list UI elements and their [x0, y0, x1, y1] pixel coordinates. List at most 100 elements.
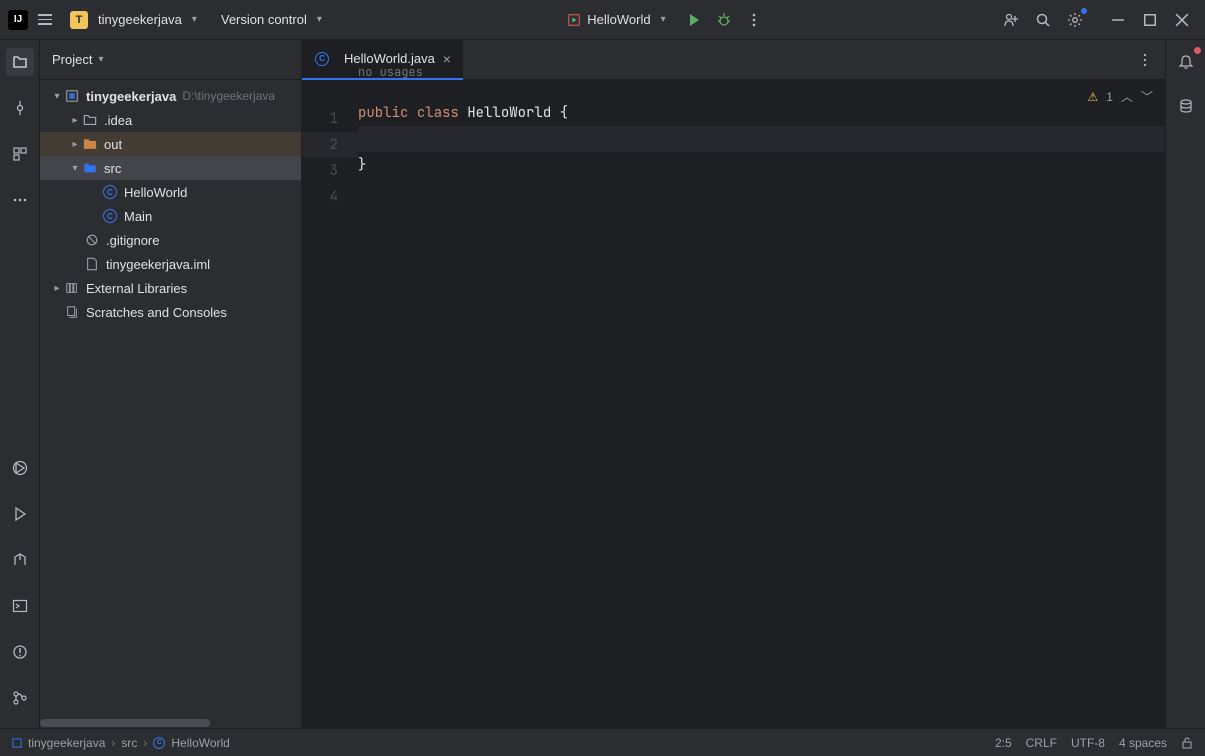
- structure-tool-button[interactable]: [6, 140, 34, 168]
- chevron-down-icon: ▾: [192, 14, 197, 25]
- line-number[interactable]: 1: [302, 106, 358, 132]
- expand-icon[interactable]: ▸: [68, 139, 82, 150]
- tree-file-main[interactable]: C Main: [40, 204, 301, 228]
- crumb[interactable]: tinygeekerjava: [28, 736, 105, 750]
- vcs-tool-button[interactable]: [6, 684, 34, 712]
- breadcrumbs[interactable]: tinygeekerjava › src › C HelloWorld: [12, 736, 230, 750]
- run-button[interactable]: [684, 10, 704, 30]
- chevron-right-icon: ›: [111, 736, 115, 750]
- tree-label: HelloWorld: [124, 185, 187, 200]
- settings-button[interactable]: [1065, 10, 1085, 30]
- services-tool-button[interactable]: [6, 454, 34, 482]
- tree-scratches[interactable]: Scratches and Consoles: [40, 300, 301, 324]
- update-badge-icon: [1081, 8, 1087, 14]
- search-everywhere-button[interactable]: [1033, 10, 1053, 30]
- tree-file-gitignore[interactable]: .gitignore: [40, 228, 301, 252]
- line-number[interactable]: 3: [302, 158, 358, 184]
- java-class-icon: C: [314, 51, 330, 67]
- java-class-icon: C: [102, 208, 118, 224]
- titlebar: IJ T tinygeekerjava ▾ Version control ▾ …: [0, 0, 1205, 40]
- line-number[interactable]: 4: [302, 184, 358, 210]
- maximize-button[interactable]: [1143, 13, 1157, 27]
- tree-folder-out[interactable]: ▸ out: [40, 132, 301, 156]
- expand-icon[interactable]: ▸: [68, 115, 82, 126]
- code-with-me-button[interactable]: [1001, 10, 1021, 30]
- build-tool-button[interactable]: [6, 546, 34, 574]
- debug-button[interactable]: [714, 10, 734, 30]
- project-panel-header[interactable]: Project ▾: [40, 40, 301, 80]
- expand-icon[interactable]: ▾: [50, 91, 64, 102]
- tree-file-helloworld[interactable]: C HelloWorld: [40, 180, 301, 204]
- notification-badge-icon: [1194, 47, 1201, 54]
- chevron-down-icon: ▾: [98, 54, 103, 65]
- code-lens-usages[interactable]: no usages: [358, 62, 423, 82]
- java-class-icon: C: [153, 737, 165, 749]
- folder-icon: [82, 136, 98, 152]
- tree-label: tinygeekerjava: [86, 89, 176, 104]
- module-icon: [64, 88, 80, 104]
- indent-setting[interactable]: 4 spaces: [1119, 736, 1167, 750]
- version-control-menu[interactable]: Version control: [221, 12, 307, 27]
- panel-title: Project: [52, 52, 92, 67]
- notifications-button[interactable]: [1172, 48, 1200, 76]
- java-class-icon: C: [102, 184, 118, 200]
- more-tools-button[interactable]: [6, 186, 34, 214]
- editor-gutter: 1 2 3 4: [302, 80, 358, 728]
- expand-icon[interactable]: ▸: [50, 283, 64, 294]
- tree-file-iml[interactable]: tinygeekerjava.iml: [40, 252, 301, 276]
- library-icon: [64, 280, 80, 296]
- close-tab-button[interactable]: ×: [443, 51, 451, 67]
- tree-label: out: [104, 137, 122, 152]
- horizontal-scrollbar[interactable]: [40, 718, 301, 728]
- line-separator[interactable]: CRLF: [1026, 736, 1057, 750]
- crumb[interactable]: HelloWorld: [171, 736, 229, 750]
- problems-tool-button[interactable]: [6, 638, 34, 666]
- expand-icon[interactable]: ▾: [68, 163, 82, 174]
- tree-label: .gitignore: [106, 233, 159, 248]
- tree-root[interactable]: ▾ tinygeekerjava D:\tinygeekerjava: [40, 84, 301, 108]
- class-name: HelloWorld: [467, 104, 551, 122]
- minimize-button[interactable]: [1111, 13, 1125, 27]
- readonly-toggle[interactable]: [1181, 737, 1193, 749]
- terminal-tool-button[interactable]: [6, 592, 34, 620]
- main-menu-button[interactable]: [34, 10, 56, 29]
- module-icon: [12, 738, 22, 748]
- tree-label: External Libraries: [86, 281, 187, 296]
- tree-label: .idea: [104, 113, 132, 128]
- close-window-button[interactable]: [1175, 13, 1189, 27]
- editor-body[interactable]: ⚠ 1 ︿ ﹀ 1 2 3 4 no usages public class H…: [302, 80, 1165, 728]
- database-tool-button[interactable]: [1172, 92, 1200, 120]
- brace: {: [560, 104, 568, 122]
- statusbar: tinygeekerjava › src › C HelloWorld 2:5 …: [0, 728, 1205, 756]
- tab-more-button[interactable]: [1135, 50, 1155, 70]
- project-tool-button[interactable]: [6, 48, 34, 76]
- tree-folder-idea[interactable]: ▸ .idea: [40, 108, 301, 132]
- run-config-label: HelloWorld: [587, 12, 650, 27]
- tree-path: D:\tinygeekerjava: [182, 89, 275, 103]
- project-selector[interactable]: tinygeekerjava: [98, 12, 182, 27]
- app-icon: IJ: [8, 10, 28, 30]
- file-encoding[interactable]: UTF-8: [1071, 736, 1105, 750]
- cursor-position[interactable]: 2:5: [995, 736, 1012, 750]
- keyword: class: [417, 104, 459, 122]
- more-actions-button[interactable]: [744, 10, 764, 30]
- run-config-icon: [567, 13, 581, 27]
- project-tree: ▾ tinygeekerjava D:\tinygeekerjava ▸ .id…: [40, 80, 301, 728]
- main-area: Project ▾ ▾ tinygeekerjava D:\tinygeeker…: [0, 40, 1205, 728]
- left-tool-rail: [0, 40, 40, 728]
- code-content[interactable]: no usages public class HelloWorld { }: [358, 80, 1165, 728]
- chevron-right-icon: ›: [143, 736, 147, 750]
- tree-label: src: [104, 161, 121, 176]
- right-tool-rail: [1165, 40, 1205, 728]
- brace: }: [358, 156, 366, 174]
- tree-label: tinygeekerjava.iml: [106, 257, 210, 272]
- crumb[interactable]: src: [121, 736, 137, 750]
- run-configuration-selector[interactable]: HelloWorld ▾: [559, 8, 673, 31]
- line-number[interactable]: 2: [302, 132, 358, 158]
- commit-tool-button[interactable]: [6, 94, 34, 122]
- project-badge-icon: T: [70, 11, 88, 29]
- run-tool-button[interactable]: [6, 500, 34, 528]
- tree-folder-src[interactable]: ▾ src: [40, 156, 301, 180]
- tree-external-libraries[interactable]: ▸ External Libraries: [40, 276, 301, 300]
- tree-label: Scratches and Consoles: [86, 305, 227, 320]
